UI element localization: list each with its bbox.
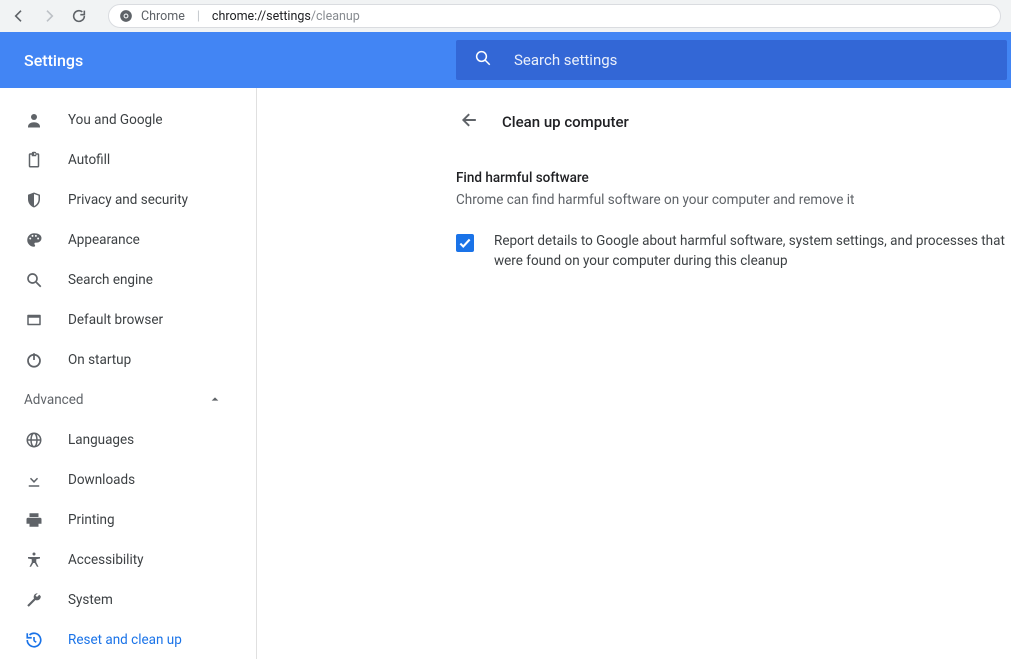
printer-icon (24, 511, 44, 529)
palette-icon (24, 231, 44, 249)
back-button[interactable] (10, 7, 28, 25)
sidebar-item-label: System (68, 592, 113, 608)
app-title: Settings (0, 51, 456, 70)
vertical-divider (256, 88, 456, 659)
section-title: Find harmful software (456, 170, 1011, 186)
search-settings-box[interactable] (456, 40, 1007, 80)
sidebar-item-label: Languages (68, 432, 134, 448)
sidebar-item-label: Default browser (68, 312, 163, 328)
sidebar-item-printing[interactable]: Printing (0, 500, 256, 540)
sidebar-item-system[interactable]: System (0, 580, 256, 620)
restore-icon (24, 631, 44, 649)
address-bar[interactable]: Chrome | chrome://settings/cleanup (108, 4, 1001, 28)
sidebar-item-label: Autofill (68, 152, 110, 168)
sidebar-item-label: On startup (68, 352, 131, 368)
settings-sidebar: You and Google Autofill Privacy and secu… (0, 88, 256, 659)
sidebar-item-label: Search engine (68, 272, 153, 288)
page-back-button[interactable] (460, 110, 480, 134)
settings-header: Settings (0, 32, 1011, 88)
sidebar-item-default-browser[interactable]: Default browser (0, 300, 256, 340)
download-icon (24, 471, 44, 489)
sidebar-item-search-engine[interactable]: Search engine (0, 260, 256, 300)
url-separator: | (197, 9, 200, 24)
sidebar-item-label: Downloads (68, 472, 135, 488)
search-icon (474, 49, 492, 71)
browser-icon (24, 311, 44, 329)
find-harmful-section: Find harmful software Chrome can find ha… (456, 170, 1011, 271)
sidebar-section-advanced[interactable]: Advanced (0, 380, 256, 420)
page-title: Clean up computer (502, 113, 629, 131)
chevron-up-icon (210, 392, 220, 408)
sidebar-item-label: Reset and clean up (68, 632, 182, 648)
sidebar-item-reset-cleanup[interactable]: Reset and clean up (0, 620, 256, 659)
sidebar-item-you-and-google[interactable]: You and Google (0, 100, 256, 140)
globe-icon (24, 431, 44, 449)
person-icon (24, 111, 44, 129)
sidebar-item-label: Privacy and security (68, 192, 188, 208)
sidebar-item-accessibility[interactable]: Accessibility (0, 540, 256, 580)
sidebar-item-on-startup[interactable]: On startup (0, 340, 256, 380)
power-icon (24, 351, 44, 369)
sidebar-item-label: Printing (68, 512, 115, 528)
sidebar-item-label: Accessibility (68, 552, 144, 568)
sidebar-item-autofill[interactable]: Autofill (0, 140, 256, 180)
browser-toolbar: Chrome | chrome://settings/cleanup (0, 0, 1011, 32)
search-input[interactable] (514, 51, 989, 69)
sidebar-item-appearance[interactable]: Appearance (0, 220, 256, 260)
sidebar-item-languages[interactable]: Languages (0, 420, 256, 460)
search-icon (24, 271, 44, 289)
reload-button[interactable] (70, 7, 88, 25)
sidebar-item-label: Appearance (68, 232, 140, 248)
report-details-checkbox[interactable] (456, 234, 474, 252)
forward-button[interactable] (40, 7, 58, 25)
shield-icon (24, 191, 44, 209)
accessibility-icon (24, 551, 44, 569)
sidebar-item-downloads[interactable]: Downloads (0, 460, 256, 500)
checkbox-label: Report details to Google about harmful s… (494, 232, 1011, 271)
sidebar-item-label: You and Google (68, 112, 163, 128)
url-origin: Chrome (141, 9, 185, 24)
chrome-icon (119, 9, 133, 23)
sidebar-item-privacy[interactable]: Privacy and security (0, 180, 256, 220)
clipboard-icon (24, 151, 44, 169)
section-description: Chrome can find harmful software on your… (456, 192, 1011, 208)
wrench-icon (24, 591, 44, 609)
advanced-label: Advanced (24, 392, 84, 408)
settings-content: Clean up computer Find harmful software … (456, 88, 1011, 659)
url-path: chrome://settings/cleanup (212, 9, 360, 24)
